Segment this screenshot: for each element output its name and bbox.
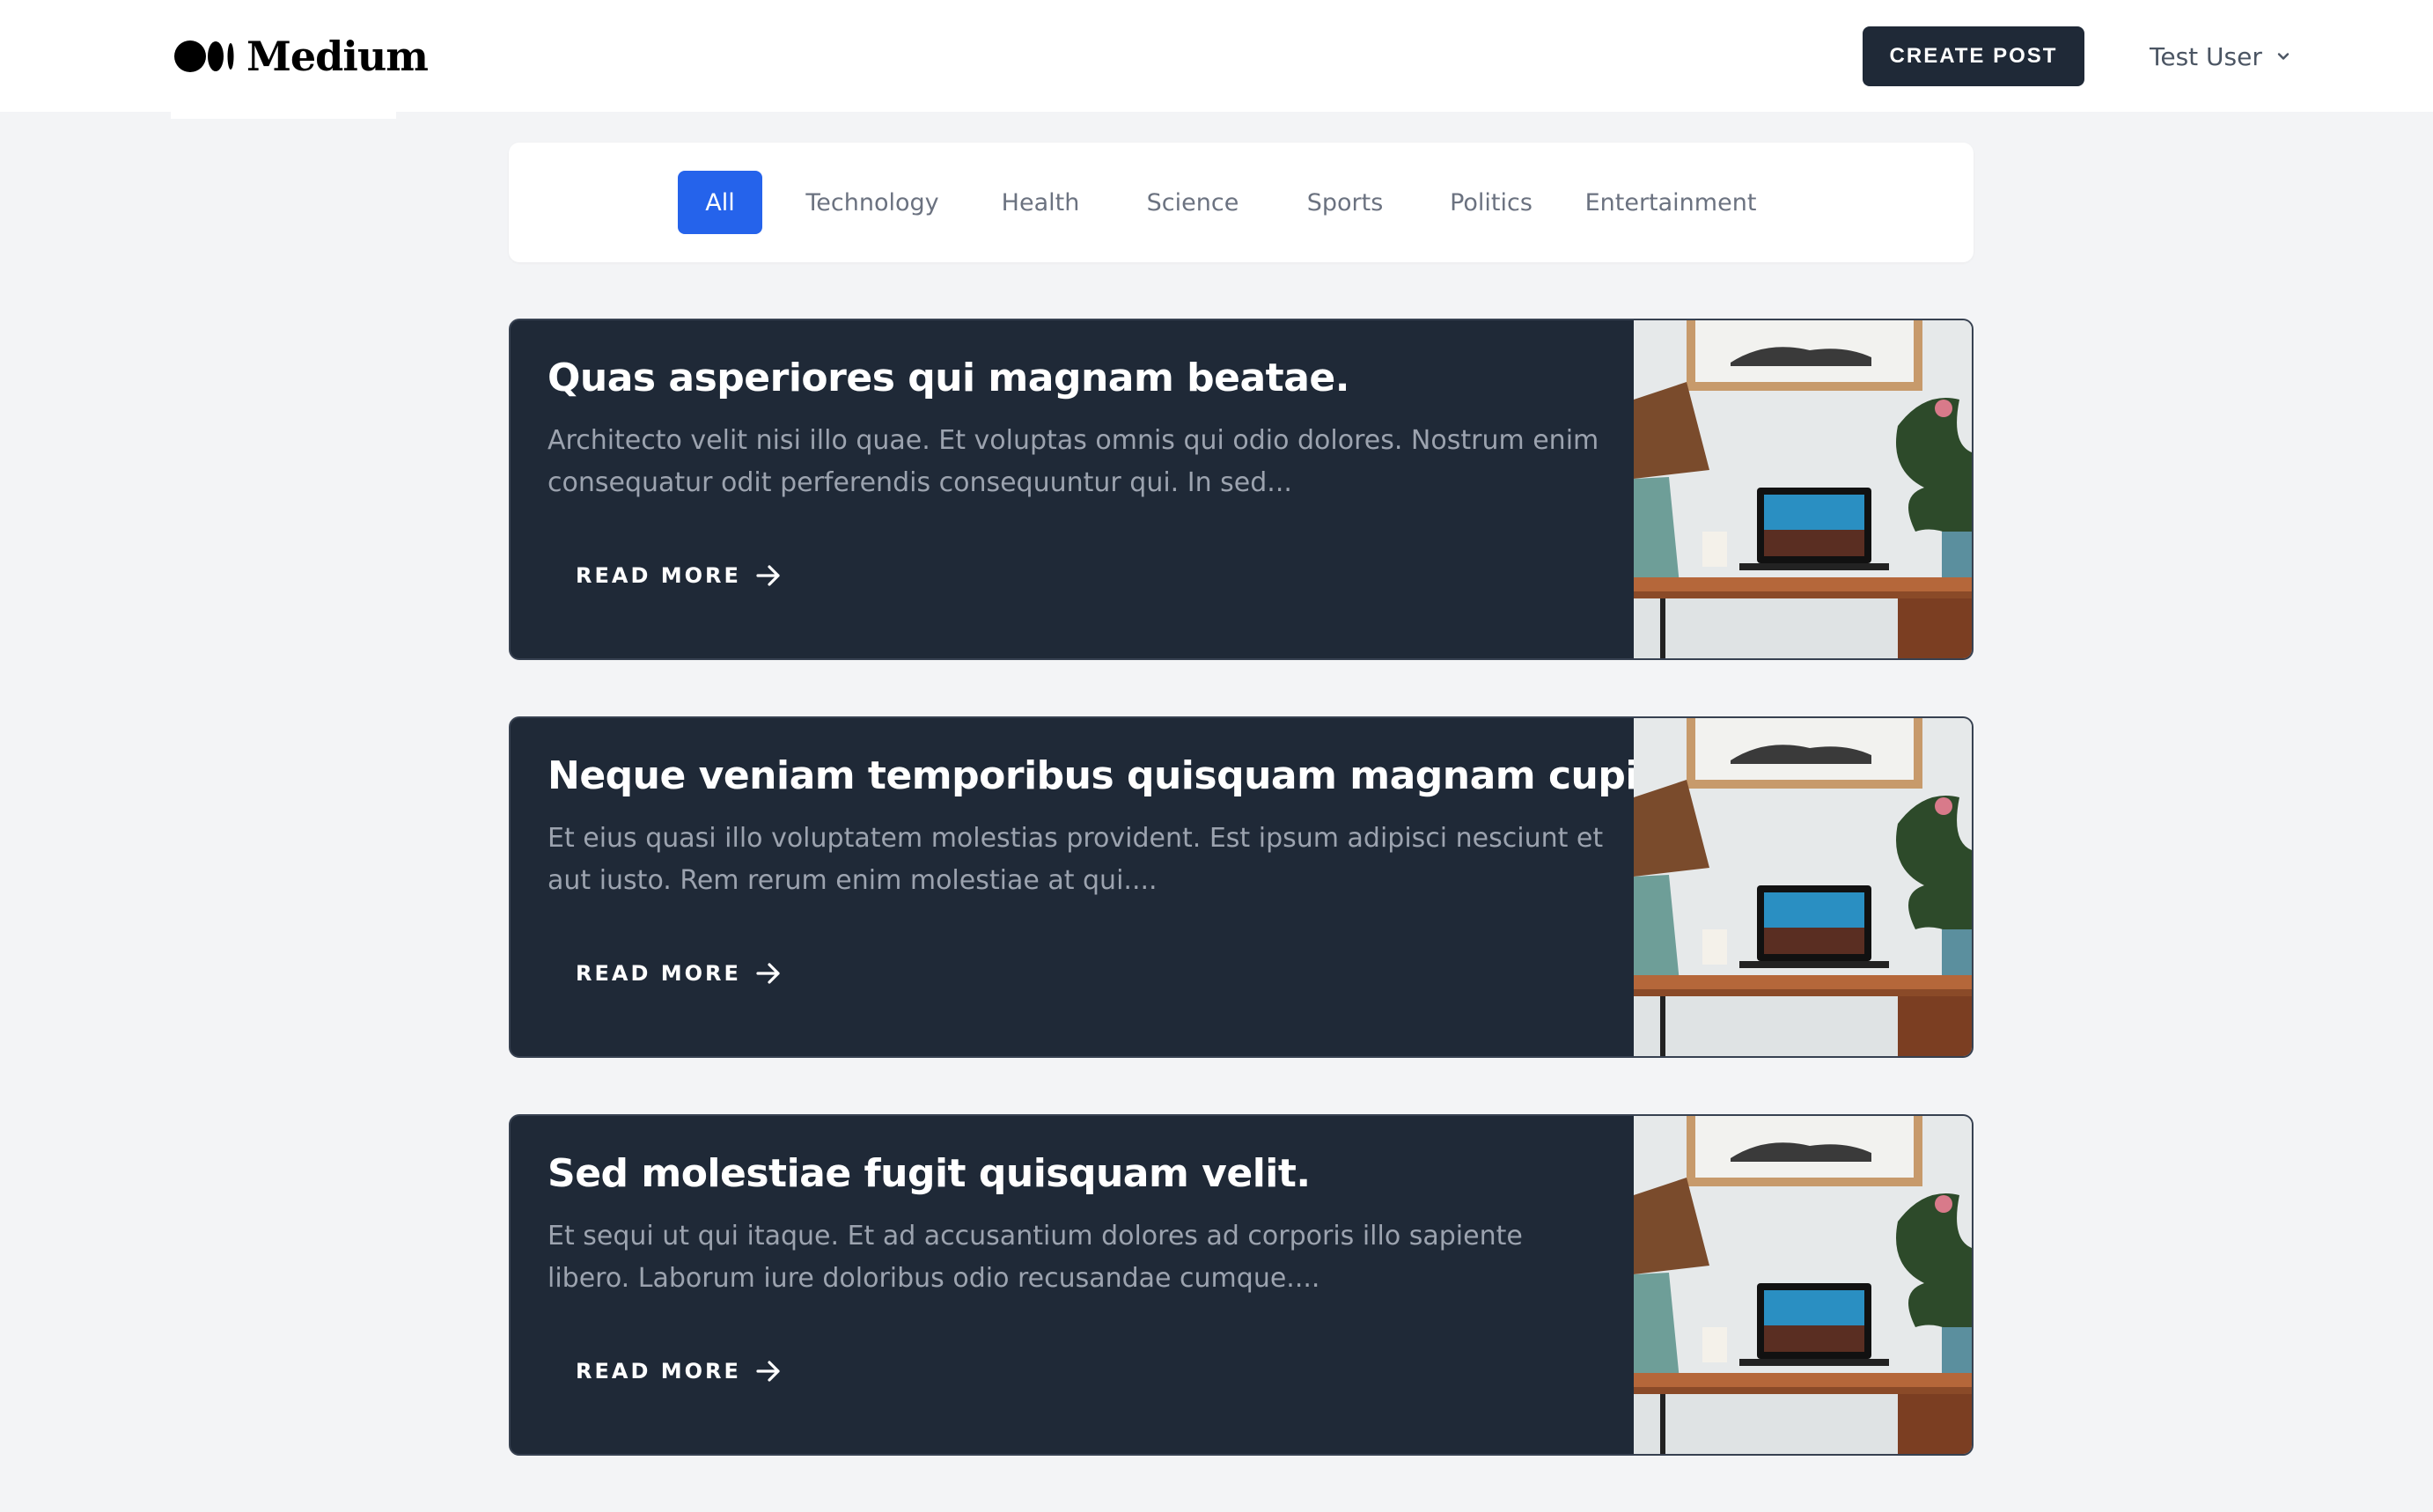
logo-active-indicator (171, 112, 396, 119)
user-name-label: Test User (2150, 41, 2262, 71)
read-more-label: READ MORE (576, 961, 741, 986)
category-tab-politics[interactable]: Politics (1430, 171, 1553, 234)
article-title[interactable]: Neque veniam temporibus quisquam magnam … (548, 753, 1781, 800)
arrow-right-icon (755, 564, 782, 587)
article-card-body: Sed molestiae fugit quisquam velit. Et s… (548, 1151, 1621, 1300)
read-more-label: READ MORE (576, 1359, 741, 1384)
article-card: Sed molestiae fugit quisquam velit. Et s… (509, 1114, 1974, 1456)
article-thumbnail-image[interactable] (1634, 718, 1972, 1056)
chevron-down-icon (2275, 48, 2292, 65)
category-tab-science[interactable]: Science (1125, 171, 1261, 234)
read-more-link[interactable]: READ MORE (548, 551, 810, 600)
create-post-button[interactable]: CREATE POST (1863, 26, 2084, 86)
article-excerpt: Architecto velit nisi illo quae. Et volu… (548, 424, 1599, 498)
read-more-link[interactable]: READ MORE (548, 949, 810, 998)
article-card: Neque veniam temporibus quisquam magnam … (509, 716, 1974, 1058)
article-excerpt: Et eius quasi illo voluptatem molestias … (548, 822, 1604, 896)
category-tab-technology[interactable]: Technology (789, 171, 956, 234)
category-tab-all[interactable]: All (678, 171, 762, 234)
read-more-link[interactable]: READ MORE (548, 1347, 810, 1396)
article-thumbnail-image[interactable] (1634, 320, 1972, 658)
category-filter-bar: All Technology Health Science Sports Pol… (509, 143, 1974, 262)
category-tab-entertainment[interactable]: Entertainment (1577, 171, 1764, 234)
article-title[interactable]: Sed molestiae fugit quisquam velit. (548, 1151, 1621, 1198)
article-card-body: Neque veniam temporibus quisquam magnam … (548, 753, 1781, 902)
medium-logo-icon (174, 39, 238, 74)
article-card: Quas asperiores qui magnam beatae. Archi… (509, 319, 1974, 660)
article-title[interactable]: Quas asperiores qui magnam beatae. (548, 356, 1621, 402)
category-tab-sports[interactable]: Sports (1283, 171, 1407, 234)
article-thumbnail-image[interactable] (1634, 1116, 1972, 1454)
medium-logo[interactable]: Medium (174, 32, 429, 81)
arrow-right-icon (755, 1360, 782, 1383)
top-navbar: Medium CREATE POST Test User (0, 0, 2433, 119)
logo-wordmark: Medium (246, 33, 429, 80)
article-card-body: Quas asperiores qui magnam beatae. Archi… (548, 356, 1621, 504)
article-excerpt: Et sequi ut qui itaque. Et ad accusantiu… (548, 1220, 1523, 1294)
arrow-right-icon (755, 962, 782, 985)
read-more-label: READ MORE (576, 563, 741, 588)
user-menu-dropdown[interactable]: Test User (2150, 26, 2292, 86)
category-tab-health[interactable]: Health (979, 171, 1102, 234)
